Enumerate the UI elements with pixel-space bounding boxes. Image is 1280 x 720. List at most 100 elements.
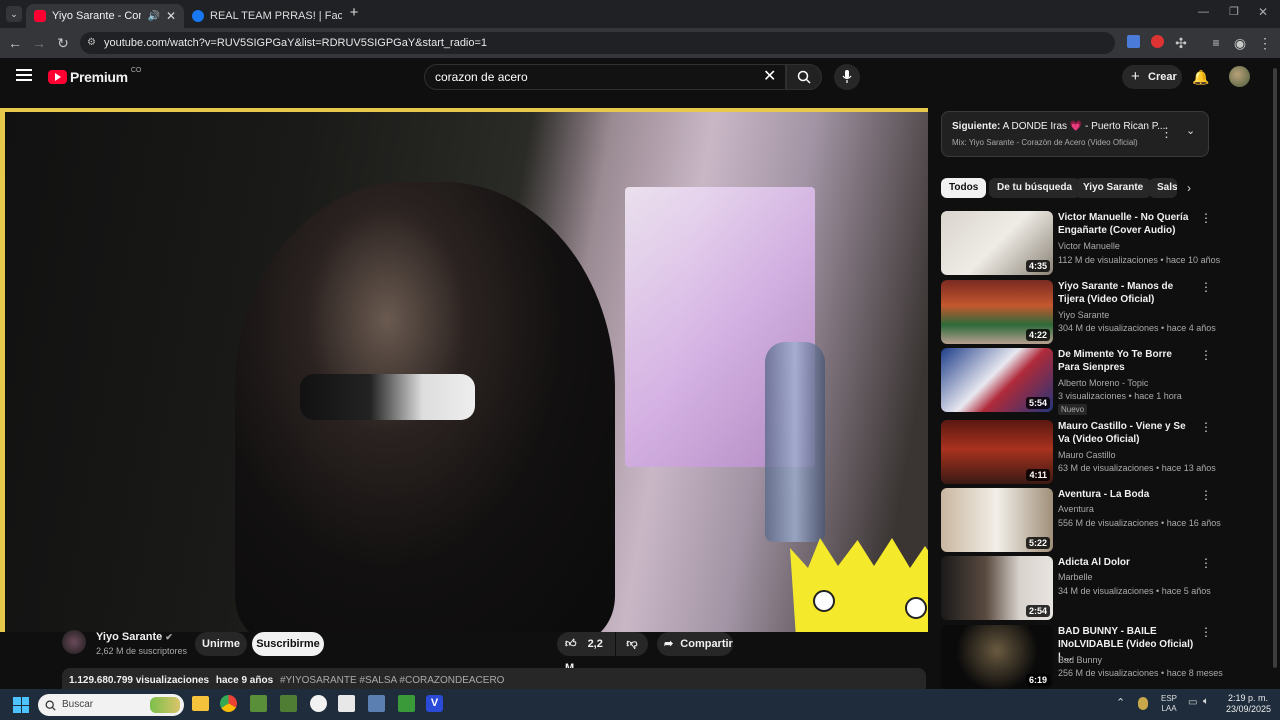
taskbar-search-field[interactable]: Buscar [38, 694, 184, 716]
tray-app-icon[interactable] [1138, 697, 1148, 710]
share-button[interactable]: ➦ Compartir [657, 632, 733, 656]
chips-next-chevron-icon[interactable]: › [1187, 181, 1191, 195]
app-v-icon[interactable]: V [426, 695, 443, 712]
more-options-icon[interactable]: ⋮ [1200, 556, 1212, 570]
file-explorer-icon[interactable] [192, 696, 209, 711]
channel-label[interactable]: Bad Bunny [1058, 655, 1102, 665]
browser-menu-icon[interactable]: ⋮ [1256, 34, 1274, 52]
video-thumbnail[interactable]: 6:19 [941, 625, 1053, 689]
close-tab-icon[interactable]: ✕ [166, 9, 176, 23]
expand-chevron-icon[interactable]: ⌄ [1186, 124, 1195, 137]
youtube-logo[interactable]: Premium CO [48, 67, 141, 85]
forward-icon[interactable]: → [30, 34, 48, 52]
join-button[interactable]: Unirme [195, 632, 247, 656]
search-input[interactable]: corazon de acero ✕ [424, 64, 786, 90]
search-highlight-icon[interactable] [150, 697, 180, 713]
like-button[interactable]: 👍︎ 2,2 M [557, 632, 615, 674]
video-thumbnail[interactable]: 4:35 [941, 211, 1053, 275]
chip-salsa[interactable]: Salsa [1149, 178, 1177, 198]
tab-list-button[interactable]: ⌄ [6, 6, 22, 22]
address-bar[interactable]: ⚙ youtube.com/watch?v=RUV5SIGPGaY&list=R… [80, 32, 1115, 54]
tab-facebook[interactable]: REAL TEAM PRRAS! | Facebook ✕ [184, 4, 342, 28]
video-thumbnail[interactable]: 5:54 [941, 348, 1053, 412]
video-title[interactable]: De Mimente Yo Te Borre Para Sienpres [1058, 348, 1196, 374]
calculator-icon[interactable] [368, 695, 385, 712]
close-window-icon[interactable]: ✕ [1258, 5, 1268, 19]
app-icon-a[interactable] [338, 695, 355, 712]
video-thumbnail[interactable]: 5:22 [941, 488, 1053, 552]
video-title[interactable]: Victor Manuelle - No Quería Engañarte (C… [1058, 211, 1196, 237]
notifications-bell-icon[interactable]: 🔔 [1192, 69, 1209, 86]
profile-icon[interactable]: ◉ [1231, 34, 1249, 52]
media-player-icon[interactable] [398, 695, 415, 712]
channel-label[interactable]: Alberto Moreno - Topic [1058, 378, 1148, 388]
more-options-icon[interactable]: ⋮ [1200, 420, 1212, 434]
chrome-icon[interactable] [220, 695, 237, 712]
channel-label[interactable]: Mauro Castillo [1058, 450, 1116, 460]
extension-red-icon[interactable] [1148, 34, 1166, 52]
channel-label[interactable]: Aventura [1058, 504, 1094, 514]
network-icon[interactable]: ▭ [1188, 697, 1197, 708]
new-tab-button[interactable]: + [346, 5, 362, 21]
more-options-icon[interactable]: ⋮ [1200, 625, 1212, 639]
video-meta: 112 M de visualizaciones • hace 10 años [1058, 255, 1221, 265]
capcut-icon[interactable] [310, 695, 327, 712]
channel-name[interactable]: Yiyo Sarante ✔ [96, 631, 173, 643]
video-player[interactable] [0, 108, 928, 632]
hashtags[interactable]: #YIYOSARANTE #SALSA #CORAZONDEACERO [280, 675, 505, 686]
video-thumbnail[interactable]: 2:54 [941, 556, 1053, 620]
more-options-icon[interactable]: ⋮ [1200, 348, 1212, 362]
chip-todos[interactable]: Todos [941, 178, 987, 198]
clock[interactable]: 2:19 p. m. 23/09/2025 [1226, 693, 1271, 715]
more-options-icon[interactable]: ⋮ [1200, 211, 1212, 225]
list-item[interactable]: 4:11 Mauro Castillo - Viene y Se Va (Vid… [941, 420, 1216, 486]
more-options-icon[interactable]: ⋮ [1200, 280, 1212, 294]
page-scrollbar[interactable] [1270, 58, 1280, 689]
playlist-next-card[interactable]: Siguiente: A DONDE Iras 💗 - Puerto Rican… [941, 111, 1209, 157]
guide-menu-icon[interactable] [16, 69, 32, 81]
channel-label[interactable]: Victor Manuelle [1058, 241, 1120, 251]
audio-playing-icon[interactable]: 🔊 [147, 11, 159, 22]
video-title[interactable]: Aventura - La Boda [1058, 488, 1196, 501]
back-icon[interactable]: ← [6, 34, 24, 52]
video-title[interactable]: Yiyo Sarante - Manos de Tijera (Video Of… [1058, 280, 1196, 306]
video-title[interactable]: Mauro Castillo - Viene y Se Va (Video Of… [1058, 420, 1196, 446]
create-button[interactable]: + Crear [1122, 65, 1182, 89]
extensions-puzzle-icon[interactable]: ✣ [1172, 34, 1190, 52]
video-thumbnail[interactable]: 4:11 [941, 420, 1053, 484]
video-title[interactable]: Adicta Al Dolor [1058, 556, 1196, 569]
chip-yiyo-sarante[interactable]: Yiyo Sarante [1075, 178, 1152, 198]
subscribe-button[interactable]: Suscribirme [252, 632, 324, 656]
tab-youtube[interactable]: Yiyo Sarante - Corazòn de A 🔊 ✕ [26, 4, 184, 28]
language-indicator[interactable]: ESP LAA [1161, 694, 1177, 714]
list-item[interactable]: 4:35 Victor Manuelle - No Quería Engañar… [941, 211, 1220, 277]
minimize-icon[interactable]: — [1198, 6, 1209, 18]
more-options-icon[interactable]: ⋮ [1160, 125, 1173, 141]
chip-de-tu-busqueda[interactable]: De tu búsqueda [989, 178, 1081, 198]
translate-extension-icon[interactable] [1124, 34, 1142, 52]
voice-search-button[interactable] [834, 64, 860, 90]
video-thumbnail[interactable]: 4:22 [941, 280, 1053, 344]
restore-icon[interactable]: ❐ [1229, 5, 1239, 18]
dislike-button[interactable]: 👎︎ [616, 632, 648, 656]
channel-label[interactable]: Marbelle [1058, 572, 1093, 582]
media-control-icon[interactable]: ≡ [1207, 34, 1225, 52]
reload-icon[interactable]: ↻ [54, 34, 72, 52]
volume-icon[interactable]: 🔈︎ [1203, 696, 1209, 707]
channel-label[interactable]: Yiyo Sarante [1058, 310, 1109, 320]
list-item[interactable]: 5:54 De Mimente Yo Te Borre Para Sienpre… [941, 348, 1212, 415]
list-item[interactable]: 6:19 BAD BUNNY - BAILE INoLVIDABLE (Vide… [941, 625, 1223, 691]
avatar[interactable] [1229, 66, 1250, 87]
tray-expand-icon[interactable]: ⌃ [1116, 696, 1125, 709]
minecraft-launcher-icon[interactable] [280, 695, 297, 712]
search-button[interactable] [786, 64, 822, 90]
list-item[interactable]: 4:22 Yiyo Sarante - Manos de Tijera (Vid… [941, 280, 1216, 346]
list-item[interactable]: 5:22 Aventura - La Boda Aventura 556 M d… [941, 488, 1221, 554]
minecraft-icon[interactable] [250, 695, 267, 712]
clear-search-icon[interactable]: ✕ [763, 65, 776, 89]
list-item[interactable]: 2:54 Adicta Al Dolor Marbelle 34 M de vi… [941, 556, 1212, 622]
windows-start-icon[interactable] [13, 697, 29, 713]
more-options-icon[interactable]: ⋮ [1200, 488, 1212, 502]
site-info-icon[interactable]: ⚙ [87, 32, 96, 54]
channel-avatar[interactable] [62, 630, 86, 654]
